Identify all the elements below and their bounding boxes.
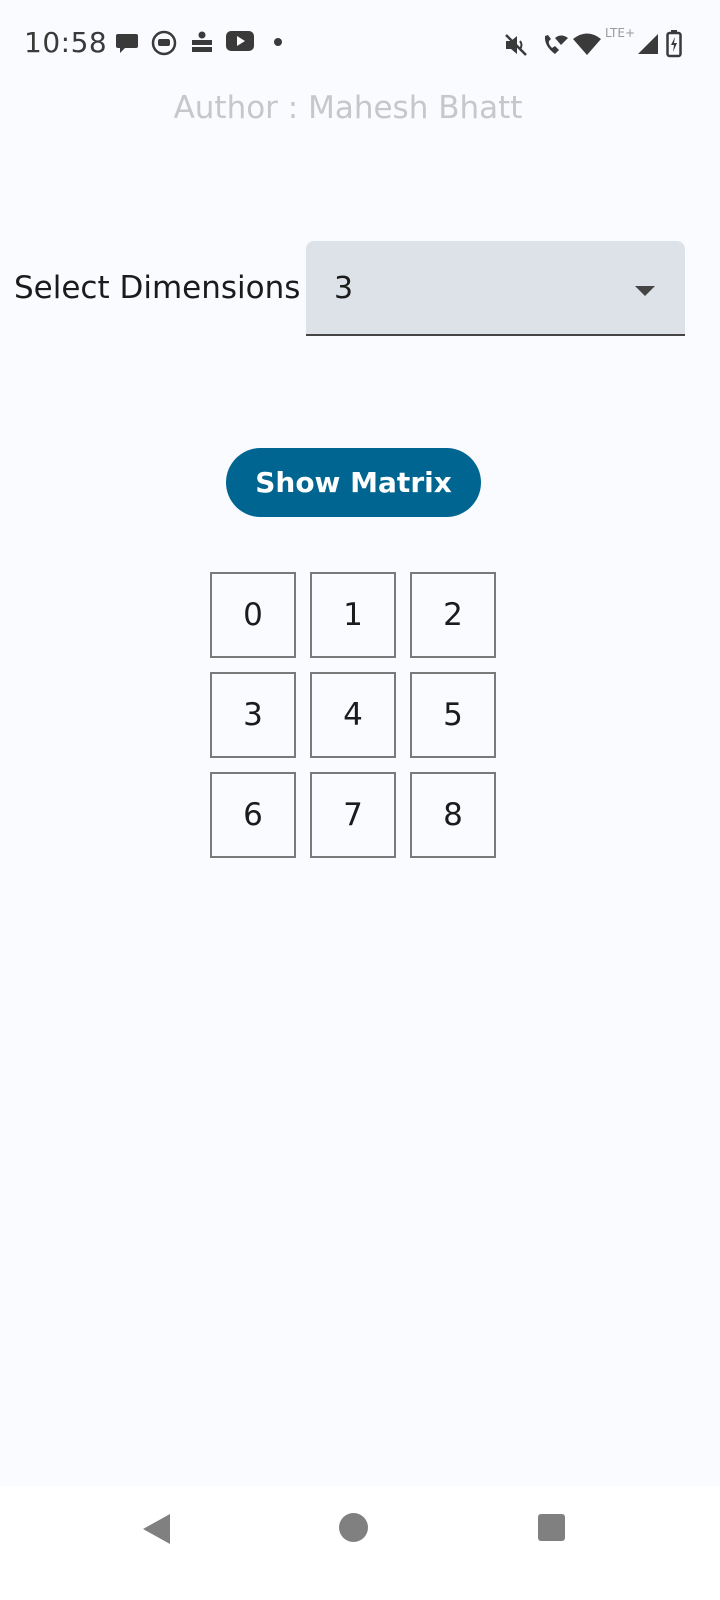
youtube-icon bbox=[226, 31, 254, 51]
select-dimensions-label: Select Dimensions bbox=[14, 270, 301, 306]
cat-face-icon bbox=[151, 30, 177, 56]
status-bar: 10:58 LTE+ bbox=[0, 0, 720, 88]
back-icon[interactable] bbox=[143, 1514, 170, 1544]
matrix-cell: 7 bbox=[310, 772, 396, 858]
matrix-cell: 1 bbox=[310, 572, 396, 658]
matrix-grid: 0 1 2 3 4 5 6 7 8 bbox=[210, 572, 500, 862]
navigation-bar bbox=[0, 1486, 720, 1600]
mute-icon bbox=[505, 34, 527, 56]
network-type-label: LTE+ bbox=[605, 26, 635, 40]
dimensions-dropdown[interactable]: 3 bbox=[306, 241, 685, 336]
lte-signal-icon bbox=[638, 34, 658, 54]
status-time: 10:58 bbox=[24, 26, 108, 59]
wifi-calling-icon bbox=[544, 35, 568, 54]
newspaper-app-icon bbox=[192, 31, 212, 52]
dropdown-caret-icon bbox=[635, 286, 655, 296]
home-icon[interactable] bbox=[339, 1513, 368, 1542]
matrix-cell: 4 bbox=[310, 672, 396, 758]
show-matrix-button[interactable]: Show Matrix bbox=[226, 448, 481, 517]
matrix-cell: 3 bbox=[210, 672, 296, 758]
wifi-icon bbox=[573, 33, 601, 55]
dimensions-selected-value: 3 bbox=[334, 271, 354, 306]
author-label: Author : Mahesh Bhatt bbox=[173, 90, 523, 126]
battery-charging-icon bbox=[666, 30, 682, 58]
matrix-cell: 0 bbox=[210, 572, 296, 658]
more-dot-icon bbox=[274, 38, 282, 46]
matrix-cell: 8 bbox=[410, 772, 496, 858]
chat-bubble-icon bbox=[116, 34, 138, 53]
matrix-cell: 2 bbox=[410, 572, 496, 658]
matrix-cell: 6 bbox=[210, 772, 296, 858]
matrix-cell: 5 bbox=[410, 672, 496, 758]
recents-icon[interactable] bbox=[538, 1514, 565, 1541]
